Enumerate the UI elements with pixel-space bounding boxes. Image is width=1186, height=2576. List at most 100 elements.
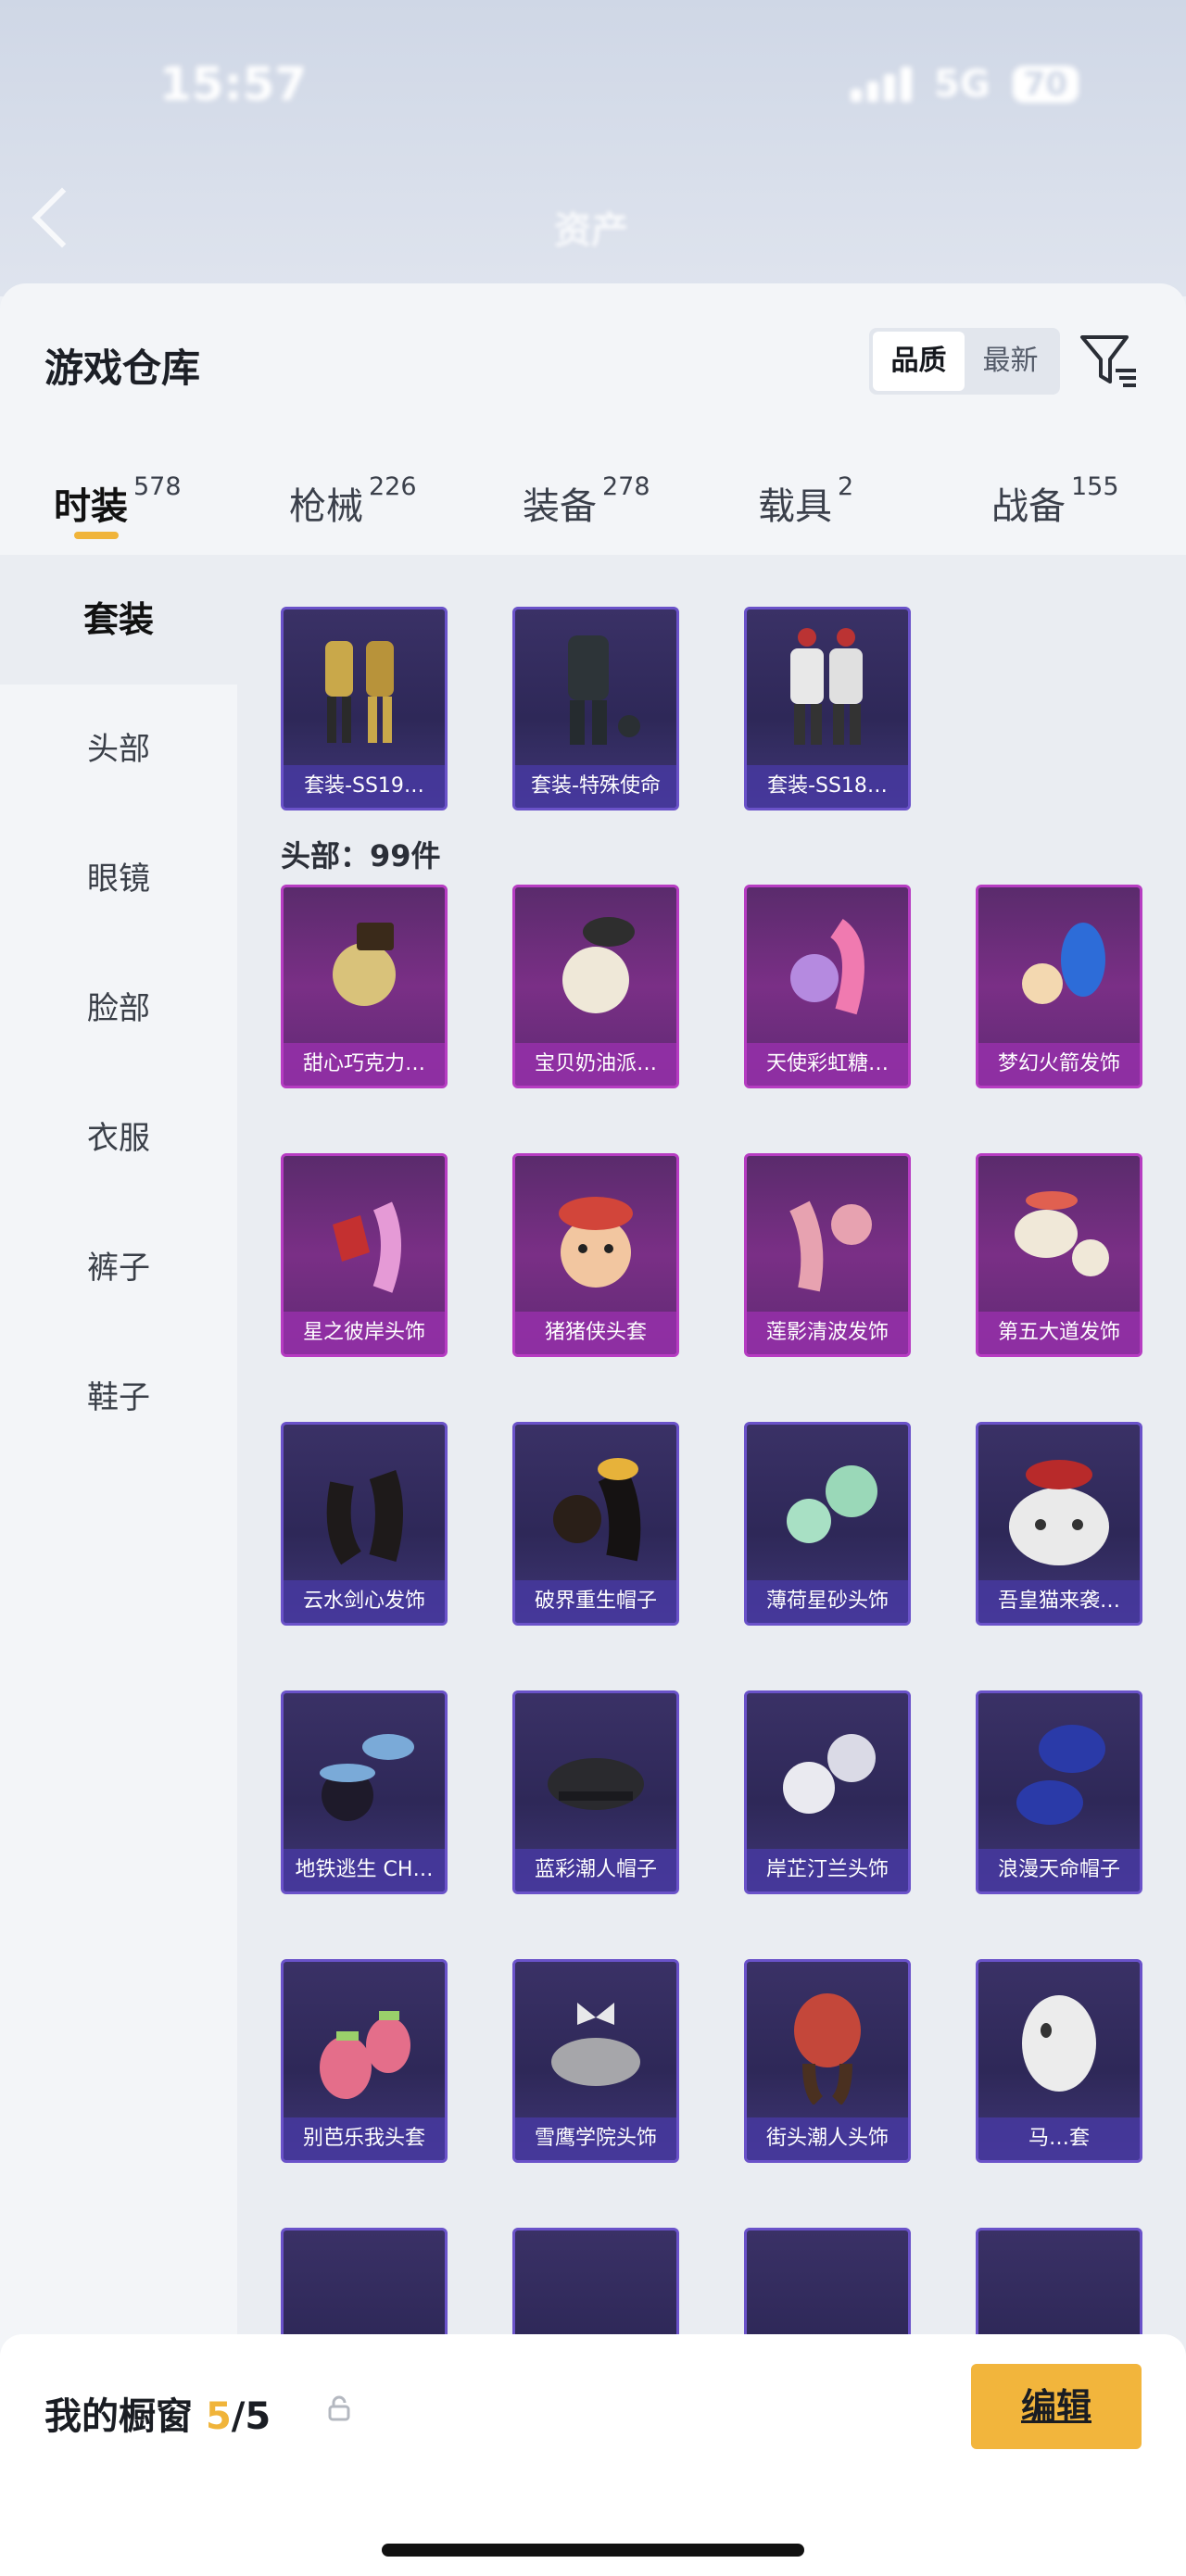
sidebar-item-head[interactable]: 头部 xyxy=(0,685,237,814)
item-card[interactable]: 星之彼岸头饰 xyxy=(281,1153,448,1357)
item-art-icon xyxy=(284,1156,445,1312)
item-name: 街头潮人头饰 xyxy=(747,2117,908,2160)
sidebar-item-clothes[interactable]: 衣服 xyxy=(0,1074,237,1203)
item-card[interactable]: 甜心巧克力… xyxy=(281,885,448,1088)
item-art-icon xyxy=(747,1156,908,1312)
item-name: 套装-特殊使命 xyxy=(515,765,676,808)
item-card[interactable]: 莲影清波发饰 xyxy=(744,1153,911,1357)
item-name: 莲影清波发饰 xyxy=(747,1312,908,1354)
item-name: 破界重生帽子 xyxy=(515,1580,676,1623)
tab-count: 155 xyxy=(1071,472,1119,501)
item-art-icon xyxy=(978,887,1140,1043)
item-card[interactable]: 薄荷星砂头饰 xyxy=(744,1422,911,1626)
item-art-icon xyxy=(284,1962,445,2117)
item-card[interactable]: 雪鹰学院头饰 xyxy=(512,1959,679,2163)
edit-button[interactable]: 编辑 xyxy=(971,2364,1142,2449)
item-art-icon xyxy=(515,1425,676,1580)
item-art-icon xyxy=(747,1962,908,2117)
tab-firearms[interactable]: 枪械 226 xyxy=(289,472,417,530)
signal-icon xyxy=(851,67,912,102)
sidebar-item-pants[interactable]: 裤子 xyxy=(0,1203,237,1333)
content-area: 套装 头部 眼镜 脸部 衣服 裤子 鞋子 套装-SS19… 套装-特殊使命 套装… xyxy=(0,555,1186,2576)
tab-vehicles[interactable]: 载具 2 xyxy=(758,472,853,530)
item-name: 天使彩虹糖… xyxy=(747,1043,908,1086)
item-card[interactable]: 套装-SS18… xyxy=(744,607,911,810)
item-art-icon xyxy=(747,1693,908,1849)
sidebar-item-shoes[interactable]: 鞋子 xyxy=(0,1333,237,1463)
item-art-icon xyxy=(284,1425,445,1580)
item-card[interactable]: 破界重生帽子 xyxy=(512,1422,679,1626)
tab-supplies[interactable]: 战备 155 xyxy=(991,472,1119,530)
head-section-title: 头部：99件 xyxy=(281,838,441,873)
sidebar: 套装 头部 眼镜 脸部 衣服 裤子 鞋子 xyxy=(0,555,237,2576)
tab-label: 装备 xyxy=(523,485,597,528)
item-card[interactable]: 云水剑心发饰 xyxy=(281,1422,448,1626)
sort-newest[interactable]: 最新 xyxy=(965,332,1056,391)
category-tabs: 时装 578 枪械 226 装备 278 载具 2 战备 155 xyxy=(0,469,1186,558)
item-card[interactable]: 街头潮人头饰 xyxy=(744,1959,911,2163)
battery-icon: 70 xyxy=(1012,66,1079,103)
item-name: 薄荷星砂头饰 xyxy=(747,1580,908,1623)
item-card[interactable]: 浪漫天命帽子 xyxy=(976,1690,1142,1894)
background-header: 15:57 5G 70 资产 xyxy=(0,0,1186,296)
item-card[interactable]: 地铁逃生 CH… xyxy=(281,1690,448,1894)
tab-label: 载具 xyxy=(758,485,832,528)
item-name: 蓝彩潮人帽子 xyxy=(515,1849,676,1891)
item-art-icon xyxy=(515,1693,676,1849)
sort-quality[interactable]: 品质 xyxy=(873,332,965,391)
item-art-icon xyxy=(515,887,676,1043)
sidebar-item-glasses[interactable]: 眼镜 xyxy=(0,814,237,944)
tab-fashion[interactable]: 时装 578 xyxy=(54,472,182,530)
sort-toggle: 品质 最新 xyxy=(869,328,1060,395)
tab-count: 278 xyxy=(602,472,650,501)
status-indicators: 5G 70 xyxy=(851,63,1079,106)
item-card[interactable]: 套装-SS19… xyxy=(281,607,448,810)
item-art-icon xyxy=(978,1156,1140,1312)
item-name: 梦幻火箭发饰 xyxy=(978,1043,1140,1086)
tab-count: 578 xyxy=(133,472,182,501)
background-title: 资产 xyxy=(554,209,628,252)
item-card[interactable]: 梦幻火箭发饰 xyxy=(976,885,1142,1088)
item-name: 甜心巧克力… xyxy=(284,1043,445,1086)
item-art-icon xyxy=(747,1425,908,1580)
item-name: 地铁逃生 CH… xyxy=(284,1849,445,1891)
item-name: 宝贝奶油派… xyxy=(515,1043,676,1086)
item-name: 雪鹰学院头饰 xyxy=(515,2117,676,2160)
status-time: 15:57 xyxy=(159,57,308,111)
item-name: 套装-SS19… xyxy=(284,765,445,808)
item-art-icon xyxy=(515,1156,676,1312)
sidebar-item-suits[interactable]: 套装 xyxy=(0,555,237,685)
item-card[interactable]: 套装-特殊使命 xyxy=(512,607,679,810)
item-name: 岸芷汀兰头饰 xyxy=(747,1849,908,1891)
back-arrow-icon[interactable] xyxy=(32,187,93,248)
item-card[interactable]: 蓝彩潮人帽子 xyxy=(512,1690,679,1894)
tab-equipment[interactable]: 装备 278 xyxy=(523,472,650,530)
item-card[interactable]: 天使彩虹糖… xyxy=(744,885,911,1088)
network-type: 5G xyxy=(934,63,990,106)
tab-label: 战备 xyxy=(991,485,1066,528)
item-name: 云水剑心发饰 xyxy=(284,1580,445,1623)
item-card[interactable]: 猪猪侠头套 xyxy=(512,1153,679,1357)
item-card[interactable]: 吾皇猫来袭… xyxy=(976,1422,1142,1626)
item-name: 星之彼岸头饰 xyxy=(284,1312,445,1354)
item-card[interactable]: 岸芷汀兰头饰 xyxy=(744,1690,911,1894)
item-card[interactable]: 别芭乐我头套 xyxy=(281,1959,448,2163)
item-card[interactable]: 第五大道发饰 xyxy=(976,1153,1142,1357)
lock-icon xyxy=(328,2395,350,2421)
filter-icon[interactable] xyxy=(1079,330,1140,391)
item-name: 猪猪侠头套 xyxy=(515,1312,676,1354)
item-art-icon xyxy=(284,887,445,1043)
sidebar-item-face[interactable]: 脸部 xyxy=(0,944,237,1074)
item-art-icon xyxy=(978,1425,1140,1580)
item-card[interactable]: 马…套 xyxy=(976,1959,1142,2163)
item-art-icon xyxy=(515,1962,676,2117)
tab-label: 时装 xyxy=(54,485,128,528)
warehouse-sheet: 游戏仓库 品质 最新 时装 578 枪械 226 装备 278 载具 2 战备 155 套… xyxy=(0,283,1186,2576)
page-title: 游戏仓库 xyxy=(44,346,201,391)
item-name: 套装-SS18… xyxy=(747,765,908,808)
item-name: 第五大道发饰 xyxy=(978,1312,1140,1354)
item-name: 浪漫天命帽子 xyxy=(978,1849,1140,1891)
item-card[interactable]: 宝贝奶油派… xyxy=(512,885,679,1088)
tab-label: 枪械 xyxy=(289,485,363,528)
showcase-current: 5 xyxy=(205,2395,232,2438)
